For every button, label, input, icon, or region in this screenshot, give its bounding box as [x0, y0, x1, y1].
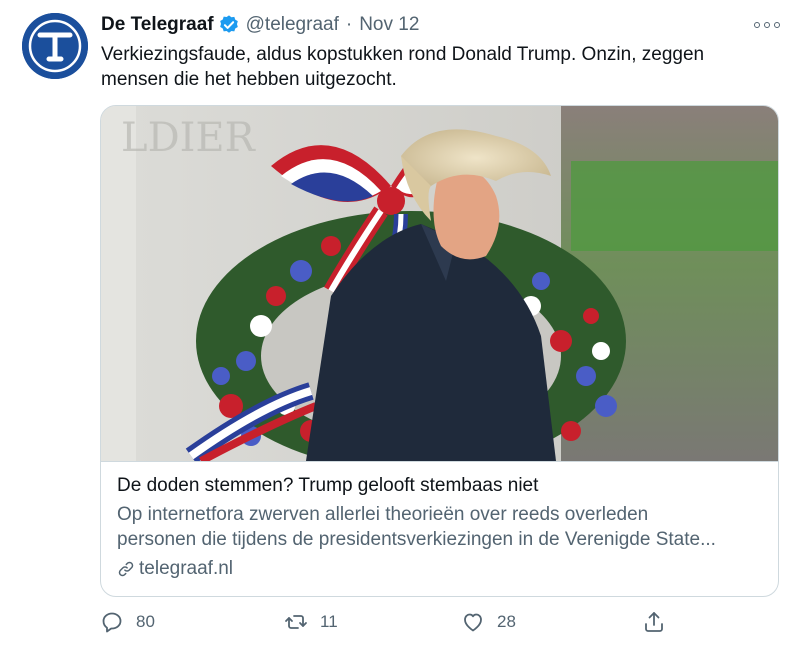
retweet-count: 11 — [320, 612, 338, 631]
card-description-line1: Op internetfora zwerven allerlei theorie… — [117, 504, 649, 525]
telegraaf-logo-icon — [22, 13, 88, 79]
share-button[interactable] — [642, 607, 678, 637]
avatar[interactable] — [22, 13, 88, 79]
tweet-text: Verkiezingsfaude, aldus kopstukken rond … — [101, 44, 705, 90]
header-separator: · — [345, 14, 353, 35]
link-icon — [118, 561, 134, 576]
card-description-line2: personen die tijdens de presidentsverkie… — [117, 529, 716, 550]
card-body[interactable]: De doden stemmen? Trump gelooft stembaas… — [101, 461, 778, 596]
retweet-icon — [285, 615, 307, 629]
like-button[interactable]: 28 — [461, 607, 516, 637]
reply-icon — [102, 612, 122, 633]
account-handle[interactable]: @telegraaf — [246, 14, 339, 36]
tweet-header: De Telegraaf @telegraaf · Nov 12 — [101, 12, 419, 38]
card-title[interactable]: De doden stemmen? Trump gelooft stembaas… — [117, 474, 762, 498]
reply-button[interactable]: 80 — [100, 607, 155, 637]
card-description: Op internetfora zwerven allerlei theorie… — [117, 502, 762, 552]
card-domain-text: telegraaf.nl — [139, 558, 234, 579]
share-icon — [645, 612, 663, 632]
account-name[interactable]: De Telegraaf — [101, 14, 214, 36]
link-card[interactable]: LDIER De doden stemmen? Trump gelooft st… — [100, 105, 779, 597]
action-bar: 80 11 28 — [100, 607, 670, 637]
card-domain[interactable]: telegraaf.nl — [117, 556, 762, 581]
svg-text:LDIER: LDIER — [121, 115, 257, 161]
reply-count: 80 — [136, 612, 155, 631]
more-options-icon[interactable] — [754, 16, 780, 34]
card-image[interactable]: LDIER — [101, 106, 778, 461]
tweet-date[interactable]: Nov 12 — [359, 14, 419, 36]
retweet-button[interactable]: 11 — [284, 607, 338, 637]
like-count: 28 — [497, 612, 516, 631]
heart-icon — [464, 613, 482, 632]
verified-badge-icon — [218, 14, 240, 36]
